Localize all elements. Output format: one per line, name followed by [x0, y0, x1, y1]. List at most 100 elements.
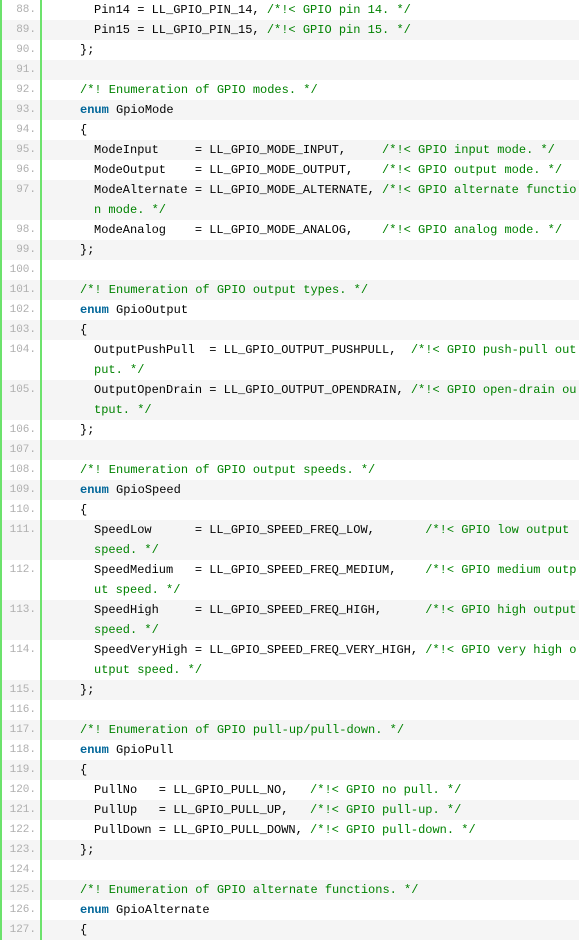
code-line: 117./*! Enumeration of GPIO pull-up/pull…	[2, 720, 579, 740]
text-token: {	[80, 323, 87, 337]
code-content[interactable]: ModeAnalog = LL_GPIO_MODE_ANALOG, /*!< G…	[42, 220, 579, 240]
code-line: 101./*! Enumeration of GPIO output types…	[2, 280, 579, 300]
keyword-token: enum	[80, 483, 109, 497]
code-content[interactable]: Pin14 = LL_GPIO_PIN_14, /*!< GPIO pin 14…	[42, 0, 579, 20]
text-token: OutputOpenDrain = LL_GPIO_OUTPUT_OPENDRA…	[94, 383, 411, 397]
code-content[interactable]	[42, 60, 579, 80]
code-content[interactable]	[42, 260, 579, 280]
code-content[interactable]: SpeedLow = LL_GPIO_SPEED_FREQ_LOW, /*!< …	[42, 520, 579, 560]
code-line: 123.};	[2, 840, 579, 860]
code-content[interactable]: /*! Enumeration of GPIO alternate functi…	[42, 880, 579, 900]
line-number: 127.	[2, 920, 42, 940]
comment-token: /*!< GPIO analog mode. */	[382, 223, 562, 237]
code-content[interactable]	[42, 440, 579, 460]
text-token: OutputPushPull = LL_GPIO_OUTPUT_PUSHPULL…	[94, 343, 411, 357]
text-token: {	[80, 503, 87, 517]
text-token: GpioSpeed	[109, 483, 181, 497]
text-token: {	[80, 923, 87, 937]
code-content[interactable]: /*! Enumeration of GPIO output types. */	[42, 280, 579, 300]
code-content[interactable]: OutputPushPull = LL_GPIO_OUTPUT_PUSHPULL…	[42, 340, 579, 380]
code-line: 113.SpeedHigh = LL_GPIO_SPEED_FREQ_HIGH,…	[2, 600, 579, 640]
code-line: 118.enum GpioPull	[2, 740, 579, 760]
code-content[interactable]: /*! Enumeration of GPIO modes. */	[42, 80, 579, 100]
line-number: 117.	[2, 720, 42, 740]
code-line: 111.SpeedLow = LL_GPIO_SPEED_FREQ_LOW, /…	[2, 520, 579, 560]
code-content[interactable]: ModeAlternate = LL_GPIO_MODE_ALTERNATE, …	[42, 180, 579, 220]
code-line: 126.enum GpioAlternate	[2, 900, 579, 920]
code-content[interactable]: ModeOutput = LL_GPIO_MODE_OUTPUT, /*!< G…	[42, 160, 579, 180]
code-line: 121.PullUp = LL_GPIO_PULL_UP, /*!< GPIO …	[2, 800, 579, 820]
text-token: GpioMode	[109, 103, 174, 117]
text-token: PullDown = LL_GPIO_PULL_DOWN,	[94, 823, 310, 837]
line-number: 120.	[2, 780, 42, 800]
code-line: 99.};	[2, 240, 579, 260]
code-content[interactable]: SpeedMedium = LL_GPIO_SPEED_FREQ_MEDIUM,…	[42, 560, 579, 600]
code-line: 96.ModeOutput = LL_GPIO_MODE_OUTPUT, /*!…	[2, 160, 579, 180]
code-line: 90.};	[2, 40, 579, 60]
text-token: SpeedMedium = LL_GPIO_SPEED_FREQ_MEDIUM,	[94, 563, 425, 577]
line-number: 98.	[2, 220, 42, 240]
code-content[interactable]: {	[42, 920, 579, 940]
code-line: 104. OutputPushPull = LL_GPIO_OUTPUT_PUSH…	[2, 340, 579, 380]
code-content[interactable]: };	[42, 420, 579, 440]
code-content[interactable]: };	[42, 40, 579, 60]
line-number: 122.	[2, 820, 42, 840]
code-line: 125./*! Enumeration of GPIO alternate fu…	[2, 880, 579, 900]
code-content[interactable]	[42, 700, 579, 720]
code-content[interactable]: OutputOpenDrain = LL_GPIO_OUTPUT_OPENDRA…	[42, 380, 579, 420]
code-content[interactable]: {	[42, 500, 579, 520]
code-content[interactable]: enum GpioPull	[42, 740, 579, 760]
text-token: SpeedVeryHigh = LL_GPIO_SPEED_FREQ_VERY_…	[94, 643, 425, 657]
code-line: 100.	[2, 260, 579, 280]
comment-token: /*!< GPIO pin 15. */	[267, 23, 411, 37]
comment-token: /*! Enumeration of GPIO modes. */	[80, 83, 318, 97]
code-line: 119.{	[2, 760, 579, 780]
line-number: 88.	[2, 0, 42, 20]
code-line: 103.{	[2, 320, 579, 340]
line-number: 95.	[2, 140, 42, 160]
text-token: ModeAnalog = LL_GPIO_MODE_ANALOG,	[94, 223, 382, 237]
code-content[interactable]: enum GpioAlternate	[42, 900, 579, 920]
line-number: 89.	[2, 20, 42, 40]
code-content[interactable]	[42, 860, 579, 880]
line-number: 115.	[2, 680, 42, 700]
line-number: 104.	[2, 340, 42, 380]
comment-token: /*! Enumeration of GPIO output speeds. *…	[80, 463, 375, 477]
text-token: Pin14 = LL_GPIO_PIN_14,	[94, 3, 267, 17]
comment-token: /*! Enumeration of GPIO alternate functi…	[80, 883, 418, 897]
code-content[interactable]: SpeedHigh = LL_GPIO_SPEED_FREQ_HIGH, /*!…	[42, 600, 579, 640]
keyword-token: enum	[80, 743, 109, 757]
line-number: 97.	[2, 180, 42, 220]
code-content[interactable]: SpeedVeryHigh = LL_GPIO_SPEED_FREQ_VERY_…	[42, 640, 579, 680]
code-line: 91.	[2, 60, 579, 80]
code-content[interactable]: };	[42, 840, 579, 860]
code-content[interactable]: enum GpioSpeed	[42, 480, 579, 500]
code-line: 94.{	[2, 120, 579, 140]
text-token: ModeOutput = LL_GPIO_MODE_OUTPUT,	[94, 163, 382, 177]
code-content[interactable]: PullNo = LL_GPIO_PULL_NO, /*!< GPIO no p…	[42, 780, 579, 800]
code-content[interactable]: enum GpioMode	[42, 100, 579, 120]
code-content[interactable]: PullDown = LL_GPIO_PULL_DOWN, /*!< GPIO …	[42, 820, 579, 840]
code-line: 92./*! Enumeration of GPIO modes. */	[2, 80, 579, 100]
code-line: 124.	[2, 860, 579, 880]
code-content[interactable]: {	[42, 320, 579, 340]
code-content[interactable]: };	[42, 240, 579, 260]
code-content[interactable]: PullUp = LL_GPIO_PULL_UP, /*!< GPIO pull…	[42, 800, 579, 820]
text-token: };	[80, 843, 94, 857]
line-number: 90.	[2, 40, 42, 60]
code-content[interactable]: {	[42, 760, 579, 780]
code-content[interactable]: Pin15 = LL_GPIO_PIN_15, /*!< GPIO pin 15…	[42, 20, 579, 40]
code-line: 89.Pin15 = LL_GPIO_PIN_15, /*!< GPIO pin…	[2, 20, 579, 40]
code-content[interactable]: enum GpioOutput	[42, 300, 579, 320]
comment-token: /*!< GPIO pull-up. */	[310, 803, 461, 817]
line-number: 106.	[2, 420, 42, 440]
code-content[interactable]: /*! Enumeration of GPIO pull-up/pull-dow…	[42, 720, 579, 740]
code-content[interactable]: };	[42, 680, 579, 700]
line-number: 123.	[2, 840, 42, 860]
code-content[interactable]: ModeInput = LL_GPIO_MODE_INPUT, /*!< GPI…	[42, 140, 579, 160]
line-number: 124.	[2, 860, 42, 880]
comment-token: /*!< GPIO output mode. */	[382, 163, 562, 177]
code-content[interactable]: {	[42, 120, 579, 140]
code-content[interactable]: /*! Enumeration of GPIO output speeds. *…	[42, 460, 579, 480]
code-line: 112.SpeedMedium = LL_GPIO_SPEED_FREQ_MED…	[2, 560, 579, 600]
